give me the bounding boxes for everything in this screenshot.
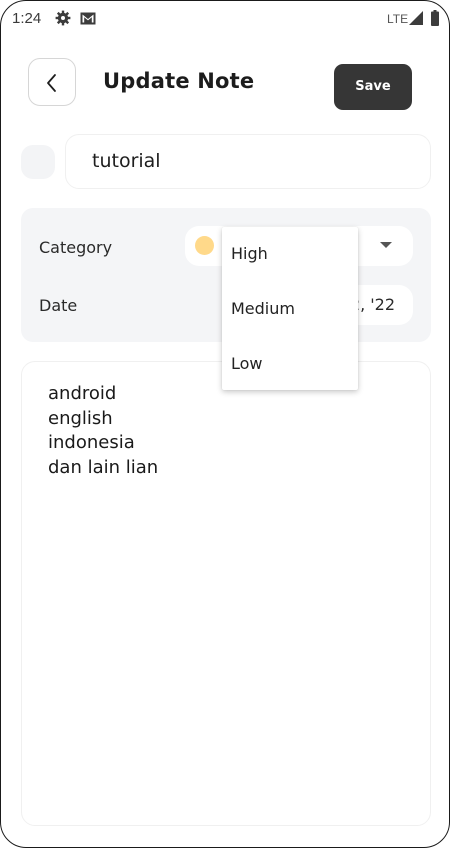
dropdown-option-label: Medium <box>231 299 295 318</box>
chevron-left-icon <box>47 74 56 92</box>
note-body-input[interactable]: android english indonesia dan lain lian <box>21 361 431 826</box>
dropdown-option-high[interactable]: High <box>222 227 358 281</box>
page-title: Update Note <box>103 69 255 93</box>
category-dropdown-menu: High Medium Low <box>222 227 358 390</box>
dropdown-option-medium[interactable]: Medium <box>222 282 358 336</box>
note-body-line: indonesia <box>48 432 135 453</box>
note-color-button[interactable] <box>21 145 55 179</box>
network-type-label: LTE <box>387 12 409 26</box>
gear-icon <box>55 10 71 26</box>
note-body-line: android <box>48 383 117 404</box>
back-button[interactable] <box>28 58 76 106</box>
category-label: Category <box>39 238 113 257</box>
note-body-text: android english indonesia dan lain lian <box>48 382 158 480</box>
note-body-line: dan lain lian <box>48 456 159 478</box>
dropdown-option-label: Low <box>231 354 263 373</box>
title-input[interactable]: tutorial <box>65 134 431 189</box>
save-button[interactable]: Save <box>334 64 412 110</box>
phone-screen: 1:24 LTE Update Note Save tutorial Categ… <box>0 0 450 848</box>
battery-icon <box>431 10 439 26</box>
dropdown-option-low[interactable]: Low <box>222 337 358 391</box>
category-color-dot <box>195 236 214 255</box>
status-bar: 1:24 LTE <box>1 1 449 37</box>
signal-icon <box>409 11 423 25</box>
title-input-value: tutorial <box>92 150 161 172</box>
note-body-line: english <box>48 407 113 429</box>
dropdown-option-label: High <box>231 244 268 263</box>
gmail-icon <box>80 12 96 25</box>
caret-down-icon <box>380 242 392 248</box>
date-label: Date <box>39 296 78 315</box>
status-time: 1:24 <box>12 10 42 27</box>
